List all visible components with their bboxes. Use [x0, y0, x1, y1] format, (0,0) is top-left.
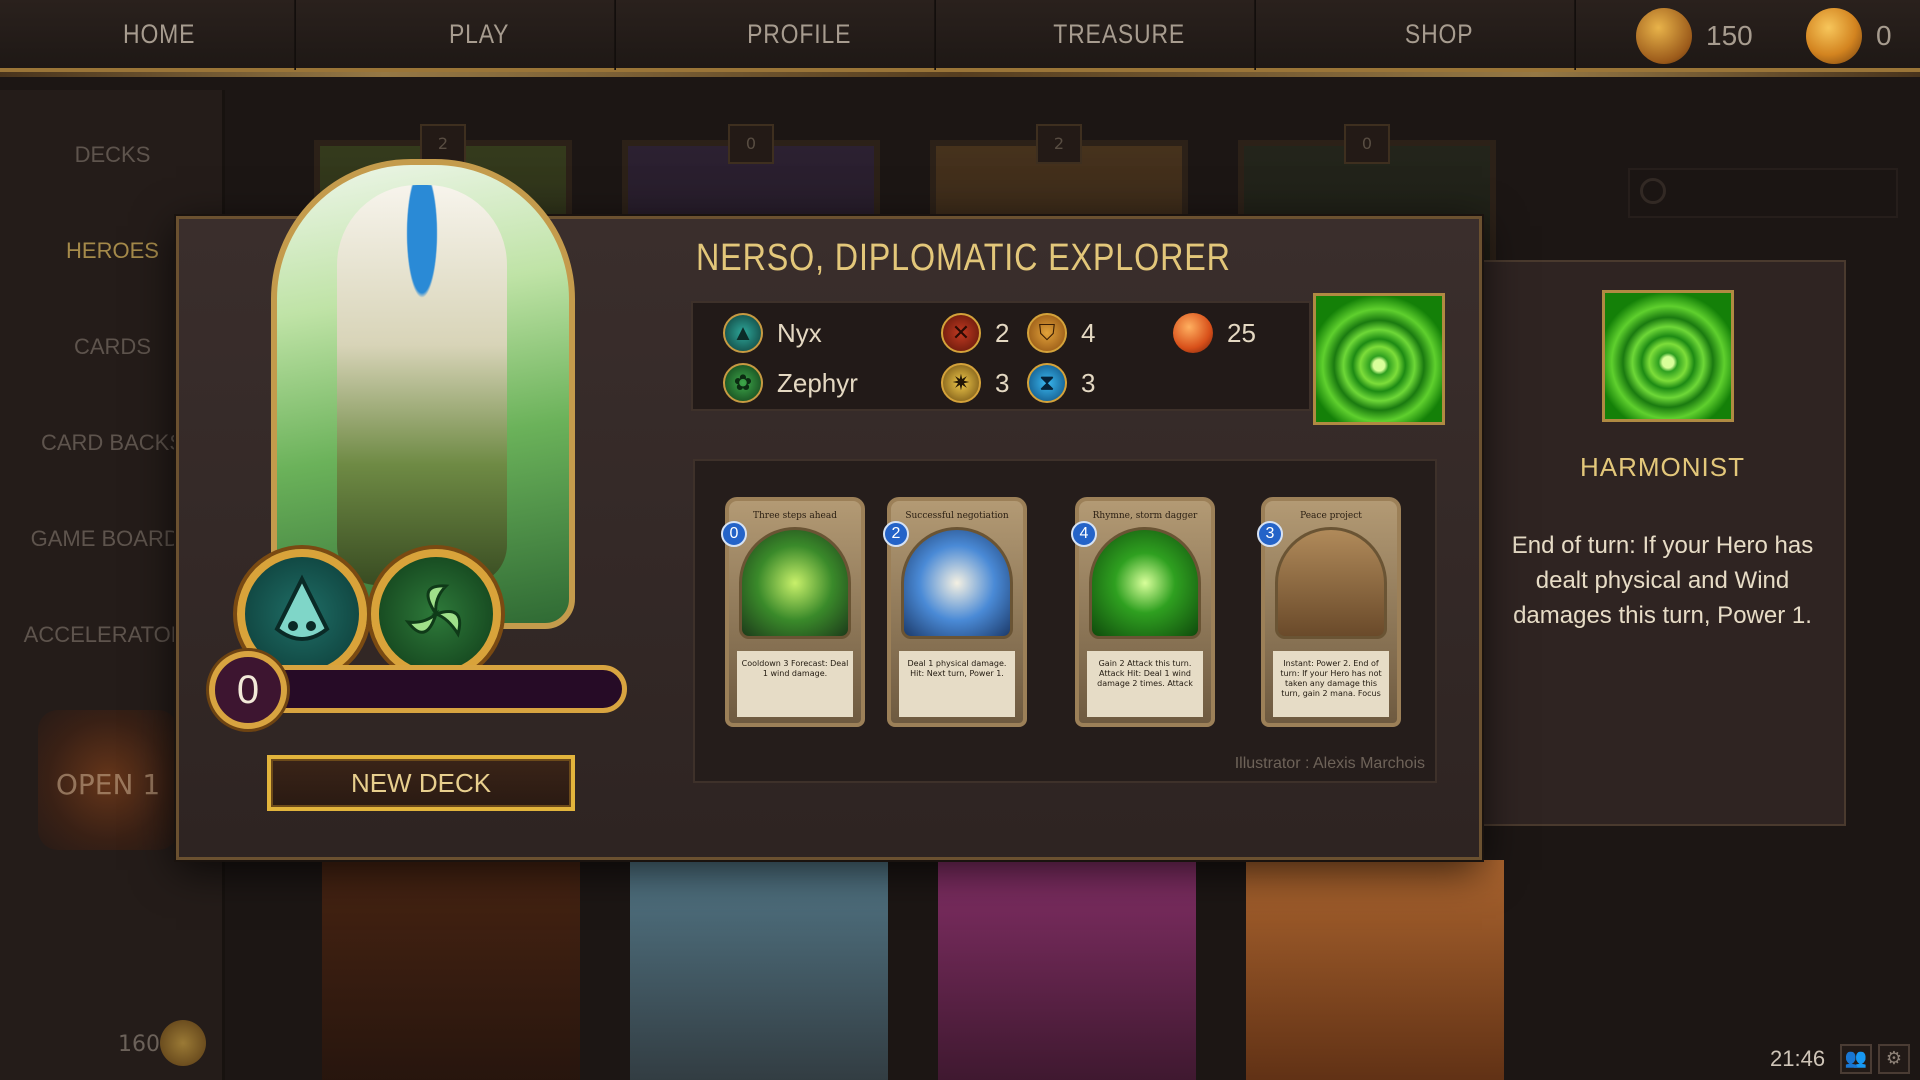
- ability-description: End of turn: If your Hero has dealt phys…: [1511, 532, 1814, 629]
- gold-currency[interactable]: 150: [1636, 8, 1753, 64]
- open-pack-label[interactable]: OPEN 1: [38, 768, 178, 801]
- card-rhymne-storm-dagger[interactable]: 4 Rhymne, storm dagger Gain 2 Attack thi…: [1071, 497, 1215, 727]
- zephyr-faction-icon: [371, 549, 501, 679]
- speed-icon: ✷: [941, 363, 981, 403]
- card-successful-negotiation[interactable]: 2 Successful negotiation Deal 1 physical…: [883, 497, 1027, 727]
- defense-value: 4: [1081, 317, 1096, 348]
- wind-spiral-icon: [1602, 290, 1734, 422]
- illustrator-credit: Illustrator : Alexis Marchois: [1234, 755, 1425, 772]
- clock: 21:46: [1770, 1046, 1826, 1071]
- top-nav-bar: HOME PLAY PROFILE TREASURE SHOP: [0, 0, 1920, 77]
- card-cost: 4: [1071, 521, 1097, 547]
- orb-currency[interactable]: 0: [1806, 8, 1892, 64]
- friends-icon[interactable]: 👥: [1840, 1044, 1872, 1074]
- health-orb-icon: [1173, 313, 1213, 353]
- signature-cards-panel: 0 Three steps ahead Cooldown 3 Forecast:…: [693, 459, 1437, 783]
- gold-amount: 150: [1706, 20, 1753, 51]
- card-title: Rhymne, storm dagger: [1092, 511, 1198, 521]
- hero-illustration: [337, 185, 507, 585]
- card-three-steps-ahead[interactable]: 0 Three steps ahead Cooldown 3 Forecast:…: [721, 497, 865, 727]
- stat-speed: ✷ 3: [941, 363, 1009, 403]
- card-cost: 3: [1257, 521, 1283, 547]
- hero-ability-icon[interactable]: [1313, 293, 1445, 425]
- nyx-icon: ▲: [723, 313, 763, 353]
- nav-profile[interactable]: PROFILE: [664, 0, 936, 70]
- card-count-badge: 0: [728, 124, 774, 164]
- card-art: [1089, 527, 1201, 639]
- faction-zephyr-label: Zephyr: [777, 367, 858, 398]
- speed-value: 3: [995, 367, 1010, 398]
- orb-amount: 0: [1876, 20, 1892, 51]
- zephyr-icon: ✿: [723, 363, 763, 403]
- stat-health: 25: [1173, 313, 1256, 353]
- card-count-badge: 2: [420, 124, 466, 164]
- gold-coin-icon: [1636, 8, 1692, 64]
- card-art: [901, 527, 1013, 639]
- orb-coin-icon: [1806, 8, 1862, 64]
- hero-level-orb: 0: [209, 651, 287, 729]
- card-peace-project[interactable]: 3 Peace project Instant: Power 2. End of…: [1257, 497, 1401, 727]
- card-cost: 2: [883, 521, 909, 547]
- pack-count: 160: [118, 1032, 160, 1057]
- new-deck-button[interactable]: NEW DECK: [267, 755, 575, 811]
- card-text: Gain 2 Attack this turn. Attack Hit: Dea…: [1087, 651, 1203, 717]
- faction-nyx-label: Nyx: [777, 317, 822, 348]
- hero-detail-modal: 0 NEW DECK NERSO, DIPLOMATIC EXPLORER ▲ …: [176, 159, 1482, 860]
- card-count-badge: 0: [1344, 124, 1390, 164]
- attack-icon: ✕: [941, 313, 981, 353]
- hero-progress-bar: [263, 665, 627, 713]
- ability-name: HARMONIST: [1580, 452, 1745, 482]
- card-cost: 0: [721, 521, 747, 547]
- card-text: Cooldown 3 Forecast: Deal 1 wind damage.: [737, 651, 853, 717]
- time-value: 3: [1081, 367, 1096, 398]
- search-icon: [1640, 178, 1666, 204]
- card-title: Successful negotiation: [905, 511, 1009, 521]
- egg-currency-icon: [160, 1020, 206, 1066]
- hero-stats-panel: ▲ Nyx ✿ Zephyr ✕ 2 ⛉ 4 ✷ 3 ⧗ 3 25: [691, 301, 1311, 411]
- card-title: Three steps ahead: [752, 511, 838, 521]
- nav-home[interactable]: HOME: [24, 0, 296, 70]
- bg-hero-card-orange[interactable]: [1246, 860, 1504, 1080]
- nav-shop[interactable]: SHOP: [1304, 0, 1576, 70]
- settings-gear-icon[interactable]: ⚙: [1878, 1044, 1910, 1074]
- bg-hero-card-nerso[interactable]: [630, 860, 888, 1080]
- faction-zephyr: ✿ Zephyr: [723, 363, 858, 403]
- hero-title: NERSO, DIPLOMATIC EXPLORER: [696, 237, 1231, 279]
- nav-treasure[interactable]: TREASURE: [984, 0, 1256, 70]
- stat-attack: ✕ 2: [941, 313, 1009, 353]
- health-value: 25: [1227, 317, 1256, 348]
- card-title: Peace project: [1300, 511, 1362, 521]
- shield-icon: ⛉: [1027, 313, 1067, 353]
- card-count-badge: 2: [1036, 124, 1082, 164]
- search-input[interactable]: [1628, 168, 1898, 218]
- ability-tooltip: HARMONIST End of turn: If your Hero has …: [1475, 260, 1846, 826]
- faction-nyx: ▲ Nyx: [723, 313, 822, 353]
- card-text: Deal 1 physical damage. Hit: Next turn, …: [899, 651, 1015, 717]
- attack-value: 2: [995, 317, 1010, 348]
- hourglass-icon: ⧗: [1027, 363, 1067, 403]
- sidebar-item-decks[interactable]: DECKS: [0, 142, 225, 168]
- bg-hero-card-dragon[interactable]: [322, 860, 580, 1080]
- card-art: [739, 527, 851, 639]
- stat-defense: ⛉ 4: [1027, 313, 1095, 353]
- stat-time: ⧗ 3: [1027, 363, 1095, 403]
- nav-play[interactable]: PLAY: [344, 0, 616, 70]
- card-art: [1275, 527, 1387, 639]
- bg-hero-card-pink[interactable]: [938, 860, 1196, 1080]
- card-text: Instant: Power 2. End of turn: If your H…: [1273, 651, 1389, 717]
